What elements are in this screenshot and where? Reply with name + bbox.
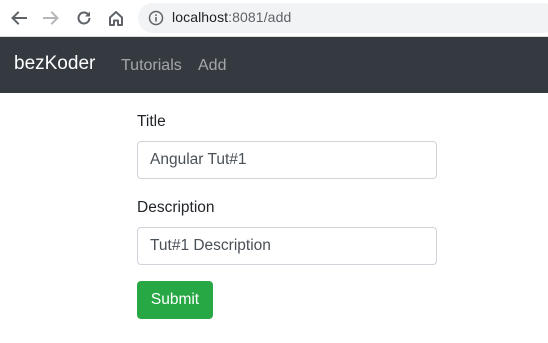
- app-navbar: bezKoder Tutorials Add: [0, 37, 548, 93]
- description-input[interactable]: [137, 227, 437, 265]
- address-bar[interactable]: localhost:8081/add: [138, 3, 548, 33]
- submit-button[interactable]: Submit: [137, 281, 213, 319]
- info-icon[interactable]: [148, 10, 164, 26]
- nav-link-tutorials[interactable]: Tutorials: [121, 57, 182, 75]
- description-label: Description: [137, 199, 215, 216]
- title-input[interactable]: [137, 141, 437, 179]
- brand-link[interactable]: bezKoder: [14, 53, 95, 75]
- arrow-left-icon: [11, 11, 27, 25]
- url-path: :8081/add: [228, 9, 292, 25]
- url-host: localhost: [172, 9, 229, 25]
- reload-icon: [77, 11, 91, 25]
- reload-button[interactable]: [71, 5, 97, 31]
- home-icon: [109, 11, 123, 26]
- title-label: Title: [137, 113, 166, 130]
- url-text: localhost:8081/add: [172, 9, 291, 25]
- browser-toolbar: localhost:8081/add: [0, 0, 548, 37]
- nav-link-add[interactable]: Add: [198, 57, 226, 75]
- arrow-right-icon: [43, 11, 59, 25]
- forward-button[interactable]: [38, 5, 64, 31]
- back-button[interactable]: [6, 5, 32, 31]
- home-button[interactable]: [103, 5, 129, 31]
